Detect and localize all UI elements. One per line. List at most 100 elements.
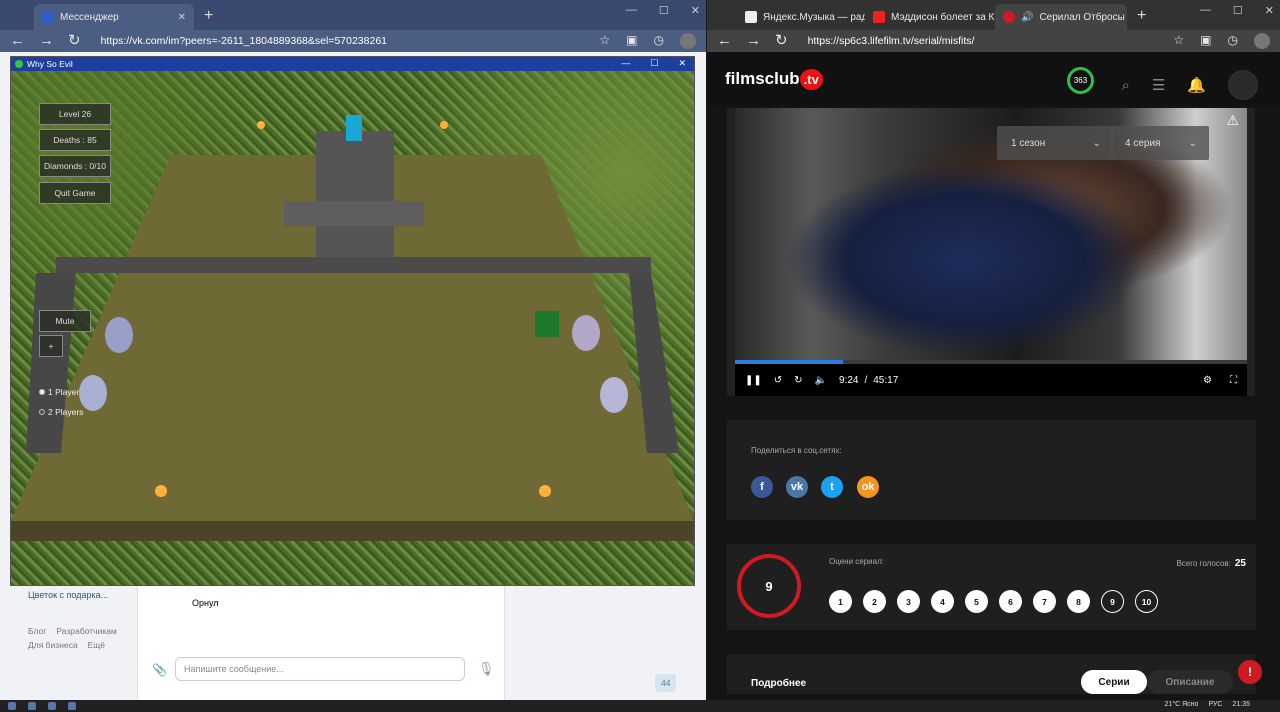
volume-icon[interactable]: 🔈 [815,375,827,386]
minimize-icon[interactable]: — [1200,4,1211,17]
volume-up-button[interactable]: + [39,335,63,357]
rewind-15-icon[interactable]: ↺ [774,375,782,386]
tab-title: Серилал Отбросы в [1039,11,1127,23]
close-icon[interactable]: ✕ [178,12,186,23]
avatar[interactable] [680,33,696,49]
episode-select[interactable]: 4 серия ⌄ [1111,126,1209,160]
close-window-icon[interactable]: ✕ [1265,4,1274,17]
star-icon[interactable]: ☆ [1173,33,1184,49]
details-card: Подробнее Серии Описание [727,654,1256,694]
minimize-icon[interactable]: — [626,4,637,17]
language[interactable]: РУС [1208,701,1222,708]
settings-icon[interactable]: ⚙ [1203,375,1212,386]
diamond-block [535,311,559,337]
taskbar-app-icon[interactable] [48,702,56,710]
microphone-icon[interactable]: 🎙 [478,661,495,677]
mute-button[interactable]: Mute [39,310,91,332]
maximize-icon[interactable]: ☐ [1233,4,1243,17]
weather[interactable]: 21°C Ясно [1165,701,1199,708]
rating-button[interactable]: 2 [863,590,886,613]
rating-button[interactable]: 6 [999,590,1022,613]
reload-icon[interactable]: ↻ [68,33,81,49]
rating-button[interactable]: 8 [1067,590,1090,613]
stone-wall [56,257,651,273]
minimize-icon[interactable]: — [621,58,630,69]
warning-icon[interactable]: ⚠ [1226,112,1239,129]
user-avatar[interactable] [1228,70,1258,100]
history-icon[interactable]: ◷ [1228,33,1238,49]
site-logo[interactable]: filmsclub .tv [725,69,823,90]
back-icon[interactable]: ← [10,33,25,49]
tab-messenger[interactable]: Мессенджер ✕ [34,4,194,30]
video-player: 1 сезон ⌄ 4 серия ⌄ ⚠ ❚❚ ↺ ↻ 🔈 9:24 / 45:1… [727,108,1255,396]
quit-game-button[interactable]: Quit Game [39,182,111,204]
collections-icon[interactable]: ▣ [626,33,637,49]
twitter-icon[interactable]: t [821,476,843,498]
description-tab-button[interactable]: Описание [1147,670,1233,694]
rating-button[interactable]: 1 [829,590,852,613]
new-tab-icon[interactable]: + [194,4,223,30]
star-icon[interactable]: ☆ [599,33,610,49]
header-icons: ⌕ ☰ 🔔 [1121,70,1258,100]
score-badge[interactable]: 363 [1067,67,1094,94]
forward-icon[interactable]: → [746,33,761,49]
collections-icon[interactable]: ▣ [1200,33,1211,49]
video-frame[interactable]: 1 сезон ⌄ 4 серия ⌄ ⚠ [735,108,1247,360]
facebook-icon[interactable]: f [751,476,773,498]
season-select[interactable]: 1 сезон ⌄ [997,126,1113,160]
attach-icon[interactable]: 📎 [152,663,167,677]
series-tab-button[interactable]: Серии [1081,670,1147,694]
taskbar-app-icon[interactable] [28,702,36,710]
pause-icon[interactable]: ❚❚ [745,375,762,386]
rating-button[interactable]: 3 [897,590,920,613]
maximize-icon[interactable]: ☐ [659,4,669,17]
rating-button[interactable]: 4 [931,590,954,613]
tab-title: Мессенджер [60,11,119,23]
back-icon[interactable]: ← [717,33,732,49]
window-controls: — ☐ ✕ [626,4,700,17]
new-tab-icon[interactable]: + [1127,4,1156,30]
bell-icon[interactable]: 🔔 [1187,76,1206,94]
start-icon[interactable] [8,702,16,710]
clock[interactable]: 21:35 [1232,701,1250,708]
rating-button[interactable]: 9 [1101,590,1124,613]
game-scene[interactable]: Level 26 Deaths : 85 Diamonds : 0/10 Qui… [11,71,694,585]
player-mode-2[interactable]: 2 Players [39,407,83,417]
taskbar-app-icon[interactable] [68,702,76,710]
reload-icon[interactable]: ↻ [775,33,788,49]
vk-icon[interactable]: vk [786,476,808,498]
maximize-icon[interactable]: ☐ [650,58,658,69]
tab-serial[interactable]: 🔊 Серилал Отбросы в ✕ [995,4,1127,30]
tab-yandex-music[interactable]: Яндекс.Музыка — ради [737,4,865,30]
message-input[interactable]: Напишите сообщение... [175,657,465,681]
left-address-bar: ← → ↻ https://vk.com/im?peers=-2611_1804… [0,30,706,52]
url-field[interactable]: https://vk.com/im?peers=-2611_1804889368… [101,35,586,47]
right-address-bar: ← → ↻ https://sp6c3.lifefilm.tv/serial/m… [707,30,1280,52]
player-mode-1[interactable]: 1 Player [39,387,79,397]
close-icon[interactable]: ✕ [678,58,686,69]
forward-icon[interactable]: → [39,33,54,49]
details-title: Подробнее [751,678,807,689]
close-window-icon[interactable]: ✕ [691,4,700,17]
votes-count: 25 [1234,558,1246,569]
rating-button[interactable]: 10 [1135,590,1158,613]
footer-link[interactable]: Разработчикам [56,626,116,636]
history-icon[interactable]: ◷ [654,33,664,49]
url-field[interactable]: https://sp6c3.lifefilm.tv/serial/misfits… [808,35,1160,47]
forward-15-icon[interactable]: ↻ [794,375,802,386]
footer-link[interactable]: Для бизнеса [28,640,78,650]
avatar[interactable] [1254,33,1270,49]
game-titlebar: Why So Evil — ☐ ✕ [11,57,694,71]
footer-link[interactable]: Ещё [88,640,105,650]
fullscreen-icon[interactable]: ⛶ [1230,375,1237,386]
site-header: filmsclub .tv 363 ⌕ ☰ 🔔 [707,52,1280,106]
tab-youtube[interactable]: Мэддисон болеет за Кра [865,4,995,30]
alert-fab-icon[interactable]: ! [1238,660,1262,684]
menu-icon[interactable]: ☰ [1152,76,1165,94]
footer-link[interactable]: Блог [28,626,46,636]
deaths-label: Deaths : 85 [39,129,111,151]
odnoklassniki-icon[interactable]: ok [857,476,879,498]
search-icon[interactable]: ⌕ [1121,77,1129,94]
rating-button[interactable]: 7 [1033,590,1056,613]
rating-button[interactable]: 5 [965,590,988,613]
